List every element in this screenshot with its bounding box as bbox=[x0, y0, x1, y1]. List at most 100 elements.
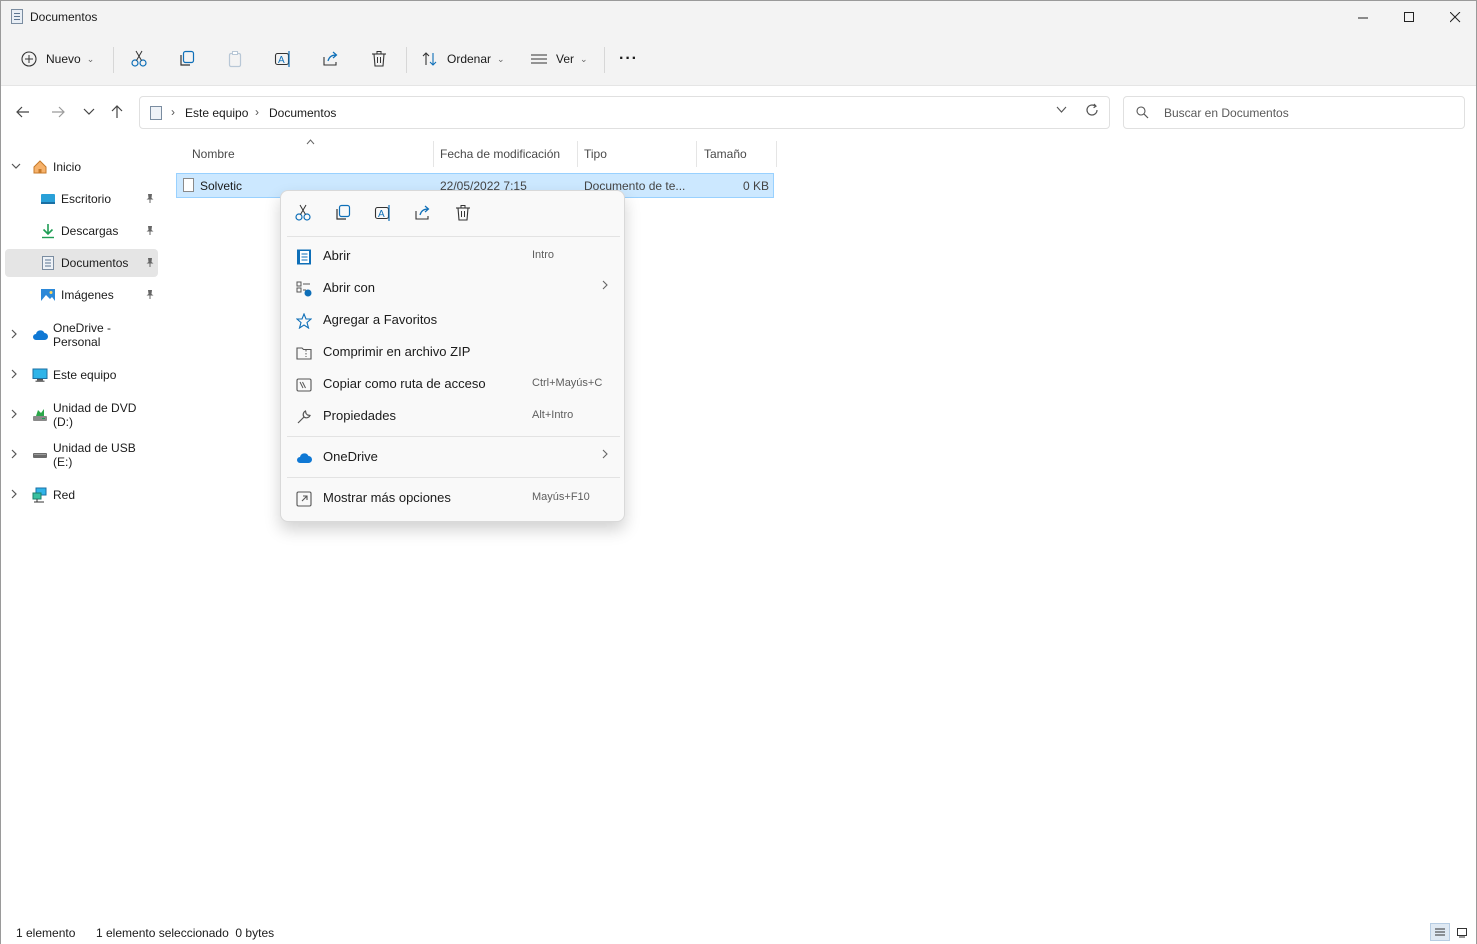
view-button-label: Ver bbox=[556, 52, 575, 66]
sidebar-item-label: Este equipo bbox=[53, 368, 117, 382]
sidebar-item-dvd[interactable]: Unidad de DVD (D:) bbox=[5, 401, 158, 429]
share-button[interactable] bbox=[322, 45, 340, 73]
sort-icon bbox=[422, 52, 437, 66]
rename-icon: A bbox=[374, 205, 390, 221]
minimize-button[interactable] bbox=[1340, 1, 1386, 33]
tiles-view-button[interactable] bbox=[1452, 923, 1472, 941]
column-header-type[interactable]: Tipo bbox=[584, 147, 607, 161]
copy-button[interactable] bbox=[178, 45, 196, 73]
sidebar-item-este-equipo[interactable]: Este equipo bbox=[5, 361, 158, 389]
text-document-icon bbox=[183, 178, 194, 192]
svg-text:A: A bbox=[378, 209, 385, 220]
pin-icon[interactable] bbox=[145, 193, 155, 206]
sidebar-item-usb[interactable]: Unidad de USB (E:) bbox=[5, 441, 158, 469]
copy-path-icon bbox=[295, 376, 313, 394]
file-explorer-window: Documentos Nuevo ⌄ A Ordenar ⌄ Ver ⌄ ···… bbox=[0, 0, 1477, 944]
expand-chevron-icon[interactable] bbox=[11, 369, 18, 382]
svg-text:A: A bbox=[278, 55, 285, 66]
copy-icon bbox=[180, 50, 195, 66]
wrench-icon bbox=[295, 408, 313, 426]
details-view-button[interactable] bbox=[1430, 923, 1450, 941]
column-header-size[interactable]: Tamaño bbox=[704, 147, 747, 161]
selection-info: 1 elemento seleccionado 0 bytes bbox=[96, 926, 275, 940]
arrow-right-icon bbox=[52, 106, 65, 118]
dvd-drive-icon bbox=[33, 409, 47, 421]
sort-button[interactable]: Ordenar ⌄ bbox=[421, 45, 505, 73]
sidebar-item-label: Descargas bbox=[61, 224, 119, 238]
close-button[interactable] bbox=[1432, 1, 1477, 33]
maximize-button[interactable] bbox=[1386, 1, 1432, 33]
column-divider[interactable] bbox=[577, 141, 578, 167]
menu-item-shortcut: Ctrl+Mayús+C bbox=[532, 377, 603, 389]
clipboard-icon bbox=[228, 51, 242, 68]
sidebar-item-red[interactable]: Red bbox=[5, 481, 158, 509]
menu-item-propiedades[interactable]: Propiedades Alt+Intro bbox=[285, 400, 622, 432]
expand-chevron-icon[interactable] bbox=[11, 329, 18, 342]
refresh-button[interactable] bbox=[1085, 103, 1099, 121]
menu-item-label: Abrir bbox=[323, 248, 351, 263]
context-rename-button[interactable]: A bbox=[371, 203, 395, 223]
context-share-button[interactable] bbox=[411, 203, 435, 223]
trash-icon bbox=[372, 51, 386, 67]
pictures-icon bbox=[41, 289, 55, 301]
expand-chevron-icon[interactable] bbox=[11, 489, 18, 502]
menu-item-favoritos[interactable]: Agregar a Favoritos bbox=[285, 304, 622, 336]
menu-item-onedrive[interactable]: OneDrive bbox=[285, 441, 622, 473]
expand-chevron-icon[interactable] bbox=[11, 162, 21, 173]
sidebar-item-documentos[interactable]: Documentos bbox=[5, 249, 158, 277]
sidebar-item-escritorio[interactable]: Escritorio bbox=[5, 185, 158, 213]
pin-icon[interactable] bbox=[145, 289, 155, 302]
menu-item-comprimir-zip[interactable]: Comprimir en archivo ZIP bbox=[285, 336, 622, 368]
back-button[interactable] bbox=[13, 102, 33, 122]
expand-chevron-icon[interactable] bbox=[11, 409, 18, 422]
view-button[interactable]: Ver ⌄ bbox=[530, 45, 588, 73]
item-count: 1 elemento bbox=[16, 926, 76, 940]
forward-button[interactable] bbox=[48, 102, 68, 122]
menu-item-mas-opciones[interactable]: Mostrar más opciones Mayús+F10 bbox=[285, 482, 622, 514]
breadcrumb-documentos[interactable]: Documentos bbox=[269, 106, 336, 120]
expand-chevron-icon[interactable] bbox=[11, 449, 18, 462]
computer-icon bbox=[32, 368, 48, 382]
address-history-dropdown[interactable] bbox=[1056, 105, 1067, 117]
address-bar[interactable]: › Este equipo › Documentos bbox=[139, 96, 1110, 129]
up-button[interactable] bbox=[107, 102, 127, 122]
menu-item-label: Mostrar más opciones bbox=[323, 490, 451, 505]
more-options-button[interactable]: ··· bbox=[619, 45, 638, 73]
menu-item-copiar-ruta[interactable]: Copiar como ruta de acceso Ctrl+Mayús+C bbox=[285, 368, 622, 400]
pin-icon[interactable] bbox=[145, 225, 155, 238]
sidebar-item-inicio[interactable]: Inicio bbox=[5, 153, 158, 181]
status-bar: 1 elemento 1 elemento seleccionado 0 byt… bbox=[1, 921, 1476, 944]
column-divider[interactable] bbox=[776, 141, 777, 167]
sidebar-item-descargas[interactable]: Descargas bbox=[5, 217, 158, 245]
breadcrumb-separator-icon: › bbox=[255, 105, 259, 119]
column-header-date[interactable]: Fecha de modificación bbox=[440, 147, 560, 161]
new-button[interactable]: Nuevo ⌄ bbox=[21, 45, 94, 73]
sidebar-item-imagenes[interactable]: Imágenes bbox=[5, 281, 158, 309]
menu-item-label: Copiar como ruta de acceso bbox=[323, 376, 486, 391]
menu-item-abrir-con[interactable]: Abrir con bbox=[285, 272, 622, 304]
close-icon bbox=[1449, 11, 1460, 22]
recent-locations-button[interactable] bbox=[79, 102, 99, 122]
search-box[interactable]: Buscar en Documentos bbox=[1123, 96, 1465, 129]
column-header-name[interactable]: Nombre bbox=[192, 147, 235, 161]
column-divider[interactable] bbox=[433, 141, 434, 167]
sidebar-item-onedrive[interactable]: OneDrive - Personal bbox=[5, 321, 158, 349]
breadcrumb-este-equipo[interactable]: Este equipo bbox=[185, 106, 248, 120]
paste-button[interactable] bbox=[226, 45, 244, 73]
details-view-icon bbox=[1435, 928, 1445, 935]
documents-folder-icon bbox=[150, 106, 162, 120]
pin-icon[interactable] bbox=[145, 257, 155, 270]
cut-button[interactable] bbox=[130, 45, 148, 73]
chevron-right-icon bbox=[602, 279, 608, 293]
share-icon bbox=[415, 205, 430, 220]
column-divider[interactable] bbox=[696, 141, 697, 167]
context-copy-button[interactable] bbox=[331, 203, 355, 223]
context-delete-button[interactable] bbox=[451, 203, 475, 223]
delete-button[interactable] bbox=[370, 45, 388, 73]
arrow-up-icon bbox=[111, 105, 123, 118]
chevron-down-icon bbox=[83, 108, 95, 115]
documents-icon bbox=[42, 256, 54, 270]
rename-button[interactable]: A bbox=[274, 45, 292, 73]
context-cut-button[interactable] bbox=[291, 203, 315, 223]
menu-item-abrir[interactable]: Abrir Intro bbox=[285, 240, 622, 272]
